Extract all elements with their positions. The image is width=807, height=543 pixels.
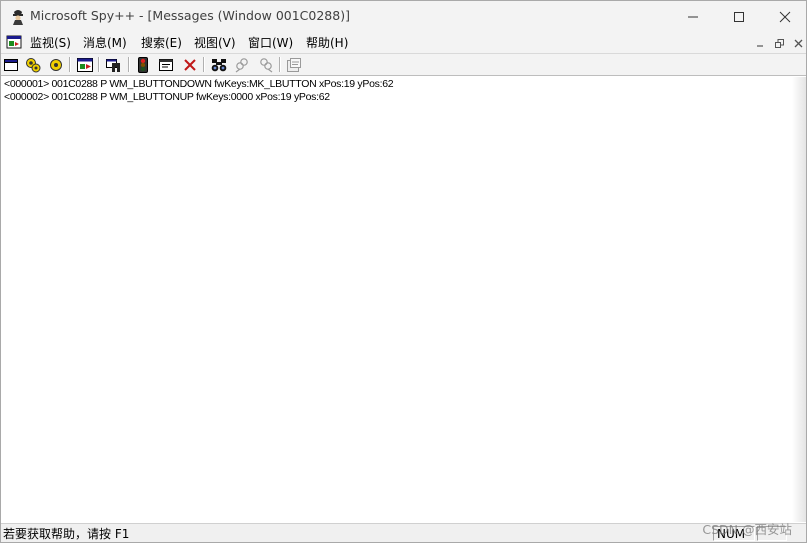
- clear-log-icon: [184, 58, 196, 71]
- window-title: Microsoft Spy++ - [Messages (Window 001C…: [30, 8, 350, 23]
- child-restore-button[interactable]: [771, 34, 788, 52]
- find-window-icon: [106, 58, 120, 72]
- toolbar-separator: [128, 57, 130, 72]
- toolbar: [1, 54, 806, 76]
- menu-monitor[interactable]: 监视(S): [30, 35, 71, 51]
- messages-child-icon[interactable]: [6, 34, 22, 50]
- window-edge-shadow: [792, 77, 806, 522]
- start-logging-button[interactable]: [134, 56, 152, 73]
- windows-view-icon: [4, 58, 18, 71]
- maximize-icon: [734, 12, 744, 22]
- clear-log-button[interactable]: [181, 56, 199, 73]
- menu-messages[interactable]: 消息(M): [83, 35, 127, 51]
- child-minimize-button[interactable]: [752, 34, 769, 52]
- title-bar[interactable]: Microsoft Spy++ - [Messages (Window 001C…: [1, 1, 806, 33]
- status-help-text: 若要获取帮助，请按 F1: [3, 527, 130, 541]
- find-next-icon: [235, 57, 248, 72]
- close-icon: [794, 39, 803, 47]
- menu-help[interactable]: 帮助(H): [306, 35, 348, 51]
- find-previous-button[interactable]: [257, 56, 275, 73]
- threads-view-button[interactable]: [47, 56, 65, 73]
- menu-window[interactable]: 窗口(W): [248, 35, 293, 51]
- processes-view-button[interactable]: [24, 56, 42, 73]
- spy-window: Microsoft Spy++ - [Messages (Window 001C…: [0, 0, 807, 543]
- find-button[interactable]: [210, 56, 228, 73]
- watermark: CSDN @西安站: [702, 522, 792, 537]
- close-button[interactable]: [762, 1, 806, 33]
- message-options-icon: [159, 58, 173, 71]
- maximize-button[interactable]: [716, 1, 762, 33]
- status-bar: 若要获取帮助，请按 F1 NUM: [1, 523, 806, 542]
- find-previous-icon: [260, 57, 273, 72]
- message-options-button[interactable]: [157, 56, 175, 73]
- menu-view[interactable]: 视图(V): [194, 35, 236, 51]
- close-icon: [779, 11, 791, 23]
- toolbar-separator: [279, 57, 281, 72]
- find-window-button[interactable]: [105, 56, 123, 73]
- windows-view-button[interactable]: [2, 56, 20, 73]
- message-line[interactable]: <000001> 001C0288 P WM_LBUTTONDOWN fwKey…: [4, 78, 394, 91]
- spy-agent-icon[interactable]: [10, 8, 26, 26]
- menu-search[interactable]: 搜索(E): [141, 35, 182, 51]
- minimize-button[interactable]: [670, 1, 716, 33]
- toolbar-separator: [98, 57, 100, 72]
- processes-view-icon: [26, 57, 41, 72]
- message-log[interactable]: <000001> 001C0288 P WM_LBUTTONDOWN fwKey…: [1, 77, 806, 522]
- start-logging-icon: [138, 56, 148, 73]
- messages-view-button[interactable]: [76, 56, 94, 73]
- properties-button[interactable]: [285, 56, 303, 73]
- properties-icon: [287, 57, 301, 72]
- toolbar-separator: [69, 57, 71, 72]
- restore-icon: [775, 38, 784, 48]
- find-next-button[interactable]: [233, 56, 251, 73]
- minimize-icon: [688, 16, 698, 18]
- threads-view-icon: [50, 58, 62, 71]
- child-close-button[interactable]: [790, 34, 806, 52]
- message-line[interactable]: <000002> 001C0288 P WM_LBUTTONUP fwKeys:…: [4, 91, 330, 104]
- menu-bar: 监视(S) 消息(M) 搜索(E) 视图(V) 窗口(W) 帮助(H): [1, 33, 806, 54]
- minimize-icon: [757, 44, 763, 47]
- messages-view-icon: [77, 57, 93, 72]
- find-icon: [211, 58, 227, 71]
- toolbar-separator: [203, 57, 205, 72]
